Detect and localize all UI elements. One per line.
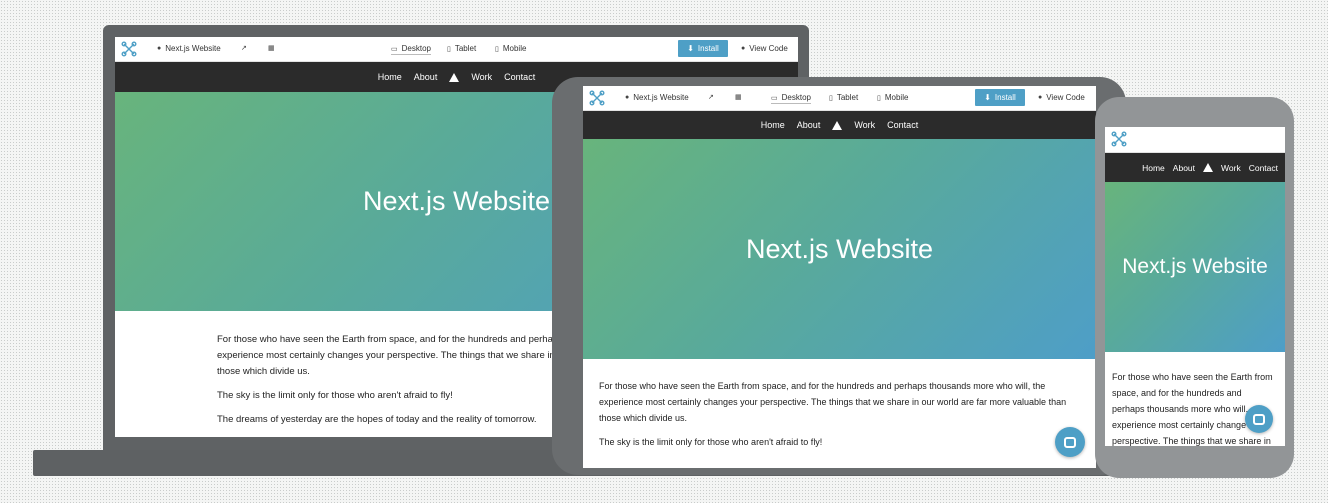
site-name: Next.js Website [165, 44, 221, 53]
paragraph: experience most certainly changes your p… [599, 397, 1067, 407]
text-line: For those who have seen the Earth from [1112, 372, 1273, 382]
tablet-label: Tablet [454, 44, 477, 53]
view-code-button[interactable]: ● View Code [741, 44, 788, 53]
nav-work[interactable]: Work [471, 72, 492, 82]
chat-button[interactable] [1055, 427, 1085, 457]
chat-icon [1253, 413, 1265, 425]
mobile-label: Mobile [502, 44, 527, 53]
paragraph: those which divide us. [599, 413, 688, 423]
grid-button[interactable]: ▦ [268, 44, 275, 52]
nav-about[interactable]: About [414, 72, 438, 82]
tablet-label: Tablet [836, 93, 859, 102]
mobile-icon: ▯ [877, 94, 881, 102]
chat-button[interactable] [1245, 405, 1273, 433]
desktop-icon: ▭ [391, 45, 398, 53]
tablet-icon: ▯ [447, 45, 451, 53]
site-logo-icon[interactable] [832, 120, 843, 130]
site-info[interactable]: ● Next.js Website [625, 93, 689, 102]
github-icon: ● [1038, 94, 1043, 101]
grid-icon: ▦ [268, 45, 275, 52]
hero-banner: Next.js Website [583, 139, 1096, 359]
hero-title: Next.js Website [745, 233, 934, 264]
app-logo-icon[interactable] [589, 90, 605, 106]
nav-contact[interactable]: Contact [1249, 163, 1278, 173]
view-code-label: View Code [749, 44, 788, 53]
info-icon: ● [625, 94, 630, 101]
desktop-icon: ▭ [771, 94, 778, 102]
site-navbar: Home About Work Contact [583, 111, 1096, 139]
app-logo-icon[interactable] [1111, 131, 1127, 147]
nav-about[interactable]: About [797, 120, 821, 130]
open-external-button[interactable]: ↗ [708, 93, 714, 101]
nav-work[interactable]: Work [854, 120, 875, 130]
site-name: Next.js Website [633, 93, 689, 102]
desktop-label: Desktop [401, 44, 431, 53]
tablet-view-button[interactable]: ▯ Tablet [829, 93, 858, 102]
tablet-view-button[interactable]: ▯ Tablet [447, 44, 476, 53]
page-content: For those who have seen the Earth from s… [583, 359, 1089, 450]
hero-title: Next.js Website [1122, 255, 1268, 278]
mobile-view-button[interactable]: ▯ Mobile [495, 44, 526, 53]
paragraph: The sky is the limit only for those who … [599, 437, 823, 447]
mobile-label: Mobile [884, 93, 909, 102]
text-line: perspective. The things that we share in [1112, 436, 1271, 446]
text-line: space, and for the hundreds and [1112, 388, 1242, 398]
desktop-view-button[interactable]: ▭ Desktop [391, 44, 431, 55]
install-button[interactable]: ⬇ Install [678, 40, 728, 57]
nav-about[interactable]: About [1173, 163, 1195, 173]
nav-contact[interactable]: Contact [887, 120, 918, 130]
grid-button[interactable]: ▦ [735, 93, 742, 101]
hero-title: Next.js Website [362, 186, 551, 216]
site-logo-icon[interactable] [1203, 163, 1214, 172]
download-icon: ⬇ [687, 44, 694, 53]
external-link-icon: ↗ [241, 45, 247, 52]
install-label: Install [994, 93, 1016, 102]
install-button[interactable]: ⬇ Install [975, 89, 1025, 106]
desktop-label: Desktop [781, 93, 811, 102]
install-label: Install [697, 44, 719, 53]
github-icon: ● [741, 45, 746, 52]
open-external-button[interactable]: ↗ [241, 44, 247, 52]
nav-home[interactable]: Home [761, 120, 785, 130]
external-link-icon: ↗ [708, 94, 714, 101]
view-code-button[interactable]: ● View Code [1038, 93, 1085, 102]
preview-toolbar [1105, 127, 1285, 153]
desktop-view-button[interactable]: ▭ Desktop [771, 93, 811, 104]
nav-home[interactable]: Home [378, 72, 402, 82]
download-icon: ⬇ [984, 93, 991, 102]
mobile-icon: ▯ [495, 45, 499, 53]
paragraph: For those who have seen the Earth from s… [599, 381, 1046, 391]
grid-icon: ▦ [735, 94, 742, 101]
preview-toolbar: ● Next.js Website ↗ ▦ ▭ Desktop ▯ Tablet… [583, 86, 1096, 111]
info-icon: ● [157, 45, 162, 52]
site-navbar: Home About Work Contact [1105, 153, 1285, 182]
tablet-screen: ● Next.js Website ↗ ▦ ▭ Desktop ▯ Tablet… [583, 86, 1096, 468]
view-code-label: View Code [1046, 93, 1085, 102]
site-logo-icon[interactable] [449, 72, 460, 82]
phone-screen: Home About Work Contact Next.js Website … [1105, 127, 1285, 446]
chat-icon [1064, 436, 1076, 448]
preview-toolbar: ● Next.js Website ↗ ▦ ▭ Desktop ▯ Tablet… [115, 37, 798, 62]
nav-home[interactable]: Home [1142, 163, 1165, 173]
mobile-view-button[interactable]: ▯ Mobile [877, 93, 908, 102]
site-info[interactable]: ● Next.js Website [157, 44, 221, 53]
hero-banner: Next.js Website [1105, 182, 1285, 352]
nav-work[interactable]: Work [1221, 163, 1241, 173]
app-logo-icon[interactable] [121, 41, 137, 57]
nav-contact[interactable]: Contact [504, 72, 535, 82]
tablet-icon: ▯ [829, 94, 833, 102]
